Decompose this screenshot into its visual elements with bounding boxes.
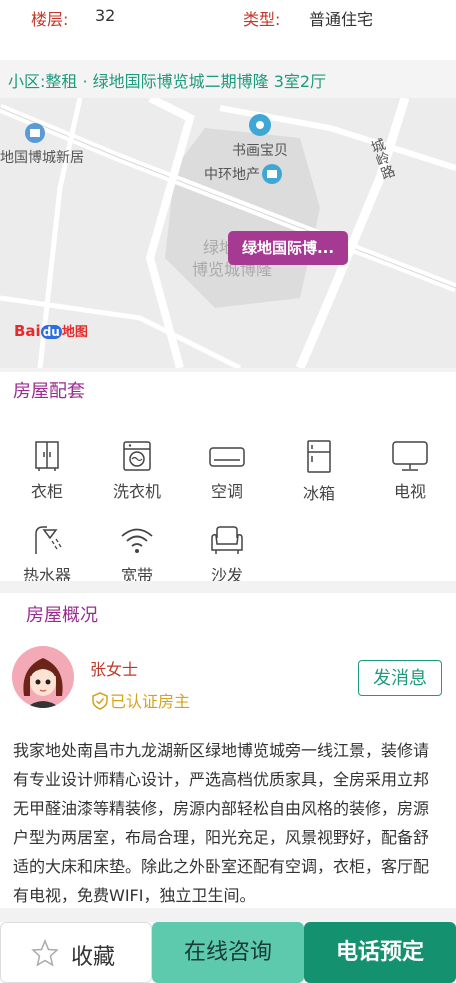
fridge-icon [307,440,331,473]
sofa-icon [211,526,243,554]
star-icon [31,939,59,967]
amenity-label: 洗衣机 [112,482,161,501]
landlord-name: 张女士 [90,660,139,679]
bottom-action-bar: 收藏 在线咨询 电话预定 [0,922,456,983]
property-info-row: 楼层: 32 类型: 普通住宅 [0,0,456,34]
location-map[interactable]: 地国博城新居 书画宝贝 中环地产 城岭路 绿地 博览城博隆 绿地国际博... B… [0,98,456,368]
favorite-label: 收藏 [71,945,116,970]
baidu-logo-bai: Bai [14,322,41,340]
amenity-wardrobe: 衣柜 [12,440,82,506]
type-value: 普通住宅 [309,10,374,29]
amenity-label: 空调 [210,482,243,501]
floor-label: 楼层: [31,10,69,29]
amenity-label: 衣柜 [30,482,63,501]
verified-badge: 已认证房主 [92,688,190,712]
community-text: 小区:整租 · 绿地国际博览城二期博隆 3室2厅 [8,72,327,91]
divider [0,368,456,372]
online-consult-button[interactable]: 在线咨询 [152,922,304,983]
divider [0,908,456,922]
baidu-map-logo: Bai du 地图 [14,321,88,340]
landlord-avatar [12,646,74,708]
map-poi-zhonghuan: 中环地产 [204,167,260,183]
amenity-label: 电视 [393,482,426,501]
amenity-fridge: 冰箱 [284,440,354,506]
map-location-bubble[interactable]: 绿地国际博... [228,231,348,265]
community-bar: 小区:整租 · 绿地国际博览城二期博隆 3室2厅 [0,60,456,98]
favorite-button[interactable]: 收藏 [0,922,152,983]
amenity-label: 冰箱 [302,484,335,503]
floor-value: 32 [95,6,116,25]
baidu-logo-map: 地图 [61,325,88,340]
wardrobe-icon [35,441,59,471]
divider [0,581,456,593]
baidu-logo-du: du [40,325,62,339]
property-description: 我家地处南昌市九龙湖新区绿地博览城旁一线江景，装修请有专业设计师精心设计，严选高… [13,741,430,905]
wifi-icon [121,528,153,553]
phone-booking-button[interactable]: 电话预定 [304,922,456,983]
amenity-tv: 电视 [375,440,445,506]
map-poi-shuhua: 书画宝贝 [232,143,288,159]
map-poi-left: 地国博城新居 [0,150,84,166]
amenity-air-conditioner: 空调 [192,440,262,506]
overview-title: 房屋概况 [26,605,98,626]
shield-check-icon [92,692,108,710]
washing-machine-icon [123,441,151,471]
amenity-washing-machine: 洗衣机 [102,440,172,506]
type-label: 类型: [243,10,281,29]
water-heater-icon [35,526,62,554]
send-message-button[interactable]: 发消息 [358,660,442,696]
verified-label: 已认证房主 [110,692,191,711]
air-conditioner-icon [209,447,245,467]
avatar-image [12,646,74,708]
amenities-title: 房屋配套 [13,381,85,402]
tv-icon [392,441,428,471]
